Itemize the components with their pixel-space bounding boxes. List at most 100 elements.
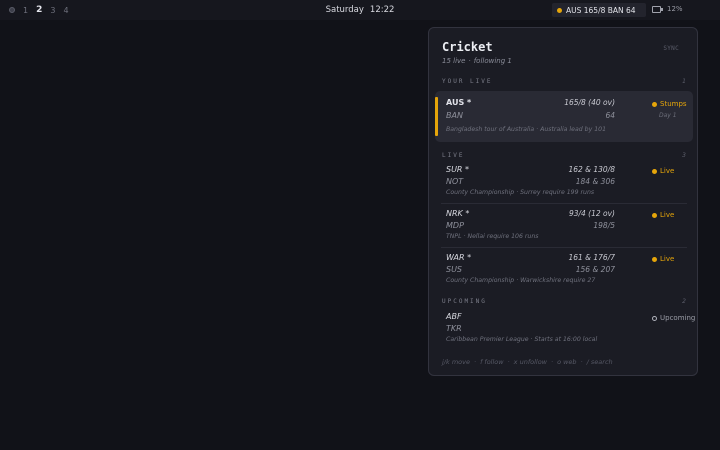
separator: · [536, 126, 539, 133]
separator: · [463, 233, 466, 240]
status-dot-icon [652, 168, 657, 174]
match-meta: County Championship · Surrey require 199… [446, 189, 594, 196]
upcoming-match-row[interactable]: ABF Upcoming TKR Caribbean Premier Leagu… [435, 309, 695, 351]
match-status: Upcoming [652, 314, 695, 322]
separator: · [580, 358, 583, 366]
match-meta: Caribbean Premier League · Starts at 16:… [446, 336, 597, 343]
clock-time[interactable]: 12:22 [370, 5, 395, 15]
cricket-panel: Cricket SYNC 15 live · following 1 YOUR … [428, 27, 698, 376]
match-note: Surrey require 199 runs [520, 189, 595, 196]
section-label: LIVE [442, 152, 465, 159]
match-note: Starts at 16:00 local [534, 336, 598, 343]
followed-accent-bar [435, 97, 438, 136]
workspace-1[interactable]: 1 [23, 6, 28, 15]
team-bowling: MDP [446, 221, 464, 230]
match-status: Live [652, 255, 674, 263]
score-bowling: 64 [605, 111, 615, 120]
score-batting: 161 & 176/7 [568, 253, 615, 262]
separator: · [473, 358, 477, 366]
status-label: Live [660, 211, 675, 219]
section-live: LIVE 3 [442, 152, 686, 159]
match-note: Australia lead by 101 [540, 126, 607, 133]
panel-title: Cricket [442, 40, 493, 54]
match-status: Live [652, 211, 674, 219]
separator: · [507, 358, 510, 366]
hint-web: o web [557, 358, 577, 366]
series-name: TNPL [446, 233, 462, 240]
team-home: ABF [446, 312, 462, 321]
live-match-row[interactable]: WAR * 161 & 176/7 Live SUS 156 & 207 Cou… [435, 250, 693, 292]
workspace-4[interactable]: 4 [63, 6, 68, 15]
match-status: Stumps [652, 100, 687, 108]
workspace-2[interactable]: 2 [36, 5, 42, 15]
status-label: Stumps [660, 100, 687, 108]
live-dot-icon [557, 7, 562, 13]
match-meta: TNPL · Nellai require 106 runs [446, 233, 538, 240]
series-name: Bangladesh tour of Australia [446, 126, 535, 133]
workspace-3[interactable]: 3 [50, 6, 55, 15]
hint-follow: f follow [480, 358, 504, 366]
team-batting: NRK * [446, 209, 470, 218]
separator: · [516, 189, 519, 196]
following-count: following 1 [473, 57, 512, 65]
team-batting: SUR * [446, 165, 470, 174]
team-batting: WAR * [446, 253, 472, 262]
status-dot-icon [652, 101, 657, 107]
separator: · [468, 57, 471, 65]
score-batting: 162 & 130/8 [568, 165, 615, 174]
team-away: TKR [446, 324, 462, 333]
score-bowling: 198/5 [593, 221, 615, 230]
section-label: YOUR LIVE [442, 78, 493, 85]
sync-button[interactable]: SYNC [663, 45, 679, 52]
battery-indicator[interactable]: 12% [652, 5, 683, 13]
status-label: Live [660, 255, 675, 263]
keybind-hints: j/k move · f follow · x unfollow · o web… [442, 358, 613, 366]
series-name: County Championship [446, 277, 515, 284]
section-count: 3 [682, 152, 686, 159]
series-name: County Championship [446, 189, 515, 196]
upcoming-circle-icon [652, 315, 657, 321]
status-detail: Day 1 [659, 112, 677, 119]
status-label: Upcoming [660, 314, 696, 322]
score-bowling: 184 & 306 [575, 177, 615, 186]
match-note: Nellai require 106 runs [467, 233, 539, 240]
team-bowling: SUS [446, 265, 463, 274]
match-note: Warwickshire require 27 [520, 277, 596, 284]
status-dot-icon [652, 212, 657, 218]
series-name: Caribbean Premier League [446, 336, 529, 343]
team-bowling: BAN [446, 111, 463, 120]
team-batting: AUS * [446, 98, 472, 107]
hint-search: / search [586, 358, 613, 366]
match-meta: Bangladesh tour of Australia · Australia… [446, 126, 606, 133]
status-dot-icon [652, 256, 657, 262]
live-match-row[interactable]: NRK * 93/4 (12 ov) Live MDP 198/5 TNPL ·… [435, 206, 693, 248]
battery-level: 12% [667, 5, 683, 13]
score-chip-text: AUS 165/8 BAN 64 [566, 5, 636, 15]
match-meta: County Championship · Warwickshire requi… [446, 277, 595, 284]
section-upcoming: UPCOMING 2 [442, 298, 686, 305]
featured-match[interactable]: AUS * 165/8 (40 ov) Stumps BAN 64 Day 1 … [435, 91, 693, 142]
section-your-live: YOUR LIVE 1 [442, 78, 686, 85]
section-count: 2 [682, 298, 686, 305]
team-bowling: NOT [446, 177, 464, 186]
launcher-icon[interactable] [9, 7, 15, 13]
divider [441, 247, 687, 248]
hint-unfollow: x unfollow [513, 358, 547, 366]
score-bowling: 156 & 207 [575, 265, 615, 274]
separator: · [530, 336, 533, 343]
live-match-row[interactable]: SUR * 162 & 130/8 Live NOT 184 & 306 Cou… [435, 162, 693, 204]
separator: · [551, 358, 554, 366]
separator: · [516, 277, 519, 284]
section-label: UPCOMING [442, 298, 487, 305]
score-batting: 93/4 (12 ov) [568, 209, 615, 218]
hint-move: j/k move [442, 358, 470, 366]
clock-day[interactable]: Saturday [326, 5, 364, 15]
workspace-switcher: 1 2 3 4 [0, 5, 69, 15]
divider [441, 203, 687, 204]
battery-icon [652, 5, 663, 13]
live-count: 15 live [442, 57, 466, 65]
section-count: 1 [682, 78, 686, 85]
score-chip[interactable]: AUS 165/8 BAN 64 [552, 3, 646, 17]
status-label: Live [660, 167, 675, 175]
panel-subtitle: 15 live · following 1 [442, 57, 512, 65]
